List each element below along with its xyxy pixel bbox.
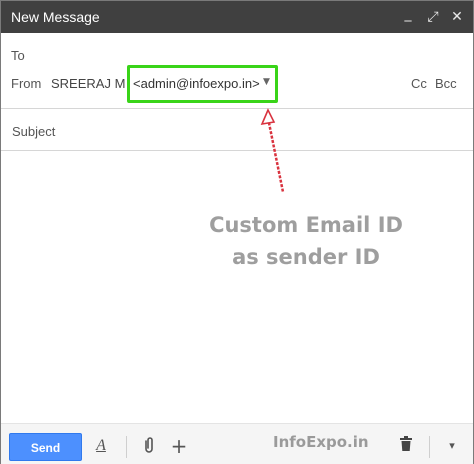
from-name: SREERAJ M: [51, 76, 126, 91]
chevron-down-icon: ▼: [263, 77, 270, 87]
compose-toolbar: Send A + InfoExpo.in ▾: [1, 423, 473, 464]
bcc-button[interactable]: Bcc: [435, 76, 457, 91]
close-icon[interactable]: ✕: [447, 7, 467, 27]
plus-icon[interactable]: +: [169, 436, 189, 456]
trash-icon[interactable]: [396, 436, 416, 456]
annotation-line-1: Custom Email ID: [209, 213, 403, 237]
compose-window: New Message _ ⤢ ✕ To From SREERAJ M <adm…: [0, 0, 474, 464]
paperclip-icon[interactable]: [139, 436, 159, 456]
to-label[interactable]: To: [11, 48, 25, 63]
subject-input[interactable]: [12, 121, 452, 141]
send-button[interactable]: Send: [9, 433, 82, 461]
title-bar[interactable]: New Message _ ⤢ ✕: [1, 1, 473, 33]
header-divider: [1, 108, 473, 109]
toolbar-separator: [126, 436, 127, 458]
minimize-icon[interactable]: _: [398, 4, 418, 24]
from-email: <admin@infoexpo.in>: [133, 76, 260, 91]
watermark: InfoExpo.in: [273, 433, 369, 451]
annotation-arrow: [260, 108, 285, 193]
window-title: New Message: [11, 9, 100, 25]
more-options-icon[interactable]: ▾: [442, 436, 462, 456]
annotation-line-2: as sender ID: [232, 245, 380, 269]
annotation-text: Custom Email ID as sender ID: [201, 209, 411, 273]
from-label: From: [11, 76, 42, 91]
expand-icon[interactable]: ⤢: [423, 7, 443, 27]
cc-button[interactable]: Cc: [411, 76, 427, 91]
from-address-select[interactable]: <admin@infoexpo.in> ▼: [127, 65, 278, 103]
format-text-icon[interactable]: A: [91, 436, 111, 456]
message-body[interactable]: [3, 153, 469, 423]
toolbar-separator-2: [429, 436, 430, 458]
subject-divider: [1, 150, 473, 151]
